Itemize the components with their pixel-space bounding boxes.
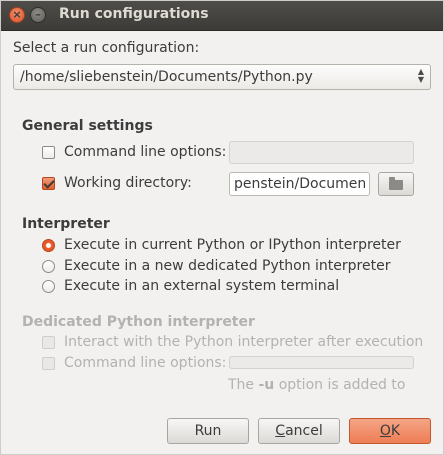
- working-directory-label: Working directory:: [64, 175, 192, 191]
- ok-label-rest: K: [390, 423, 401, 439]
- interact-after-execution-checkbox[interactable]: [42, 336, 55, 349]
- select-config-label: Select a run configuration:: [13, 40, 200, 56]
- cancel-button[interactable]: Cancel: [258, 418, 340, 444]
- title-bar: × – Run configurations: [1, 1, 443, 31]
- run-button[interactable]: Run: [167, 418, 249, 444]
- browse-directory-button[interactable]: [378, 172, 414, 196]
- radio-dedicated-interpreter-label: Execute in a new dedicated Python interp…: [64, 258, 391, 274]
- radio-current-interpreter[interactable]: [42, 239, 55, 252]
- radio-external-terminal[interactable]: [42, 280, 55, 293]
- ok-button[interactable]: OK: [349, 418, 431, 444]
- working-directory-input[interactable]: [229, 172, 370, 196]
- run-config-combobox[interactable]: /home/sliebenstein/Documents/Python.py ▲…: [13, 64, 431, 90]
- combo-arrows-icon: ▲ ▼: [417, 67, 424, 84]
- run-configurations-dialog: × – Run configurations Select a run conf…: [0, 0, 444, 455]
- unbuffered-option-note: The -u option is added to: [228, 377, 405, 393]
- dedicated-cmd-options-input[interactable]: [229, 356, 414, 369]
- folder-icon: [389, 177, 403, 190]
- minimize-icon[interactable]: –: [30, 7, 46, 23]
- interact-after-execution-label: Interact with the Python interpreter aft…: [64, 334, 424, 350]
- dedicated-cmd-options-label: Command line options:: [64, 355, 227, 371]
- dedicated-cmd-options-checkbox[interactable]: [42, 357, 55, 370]
- ok-mnemonic: O: [379, 423, 391, 439]
- general-settings-heading: General settings: [22, 118, 153, 134]
- interpreter-heading: Interpreter: [22, 216, 110, 232]
- radio-dedicated-interpreter[interactable]: [42, 260, 55, 273]
- cancel-label-rest: ancel: [285, 423, 323, 439]
- window-title: Run configurations: [59, 6, 209, 22]
- working-directory-checkbox[interactable]: [42, 177, 55, 190]
- command-line-options-input[interactable]: [229, 141, 414, 164]
- close-icon[interactable]: ×: [9, 7, 25, 23]
- radio-external-terminal-label: Execute in an external system terminal: [64, 278, 340, 294]
- radio-current-interpreter-label: Execute in current Python or IPython int…: [64, 237, 401, 253]
- command-line-options-label: Command line options:: [64, 144, 227, 160]
- cancel-mnemonic: C: [275, 423, 286, 439]
- note-prefix: The: [228, 377, 259, 393]
- dedicated-interpreter-heading: Dedicated Python interpreter: [22, 314, 255, 330]
- run-config-value: /home/sliebenstein/Documents/Python.py: [20, 69, 313, 85]
- command-line-options-checkbox[interactable]: [42, 146, 55, 159]
- note-suffix: option is added to: [274, 377, 406, 393]
- note-flag: -u: [258, 377, 275, 393]
